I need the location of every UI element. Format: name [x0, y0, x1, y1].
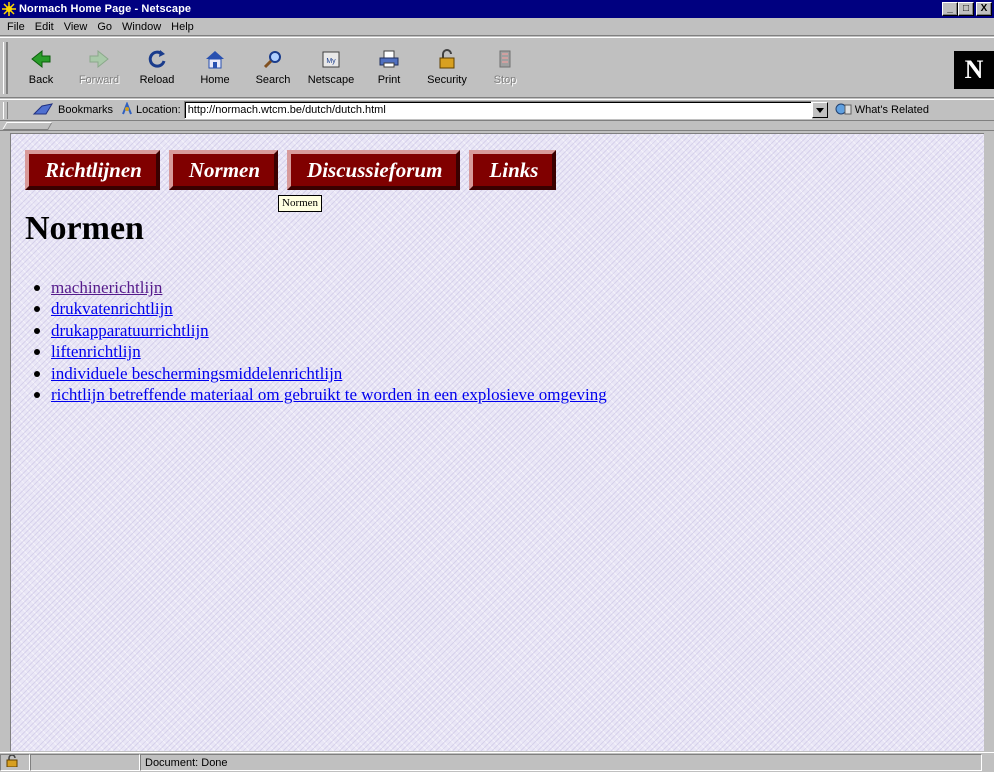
stop-icon — [491, 48, 519, 70]
bullet — [34, 327, 40, 334]
netscape-logo[interactable]: N — [954, 51, 994, 89]
stop-button[interactable]: Stop — [476, 38, 534, 98]
progress-cell — [30, 754, 140, 771]
link-machinerichtlijn[interactable]: machinerichtlijn — [51, 278, 162, 298]
link-beschermingsmiddelenrichtlijn[interactable]: individuele beschermingsmiddelenrichtlij… — [51, 364, 342, 384]
home-label: Home — [200, 74, 230, 86]
menu-view[interactable]: View — [59, 21, 93, 33]
home-icon — [201, 48, 229, 70]
status-text: Document: Done — [140, 754, 982, 771]
tooltip: Normen — [278, 195, 323, 212]
back-label: Back — [28, 74, 54, 86]
netscape-icon: My — [317, 48, 345, 70]
search-button[interactable]: Search — [244, 38, 302, 98]
security-status-cell[interactable] — [0, 754, 30, 771]
toolbar-grip[interactable] — [3, 42, 8, 94]
netscape-label: Netscape — [307, 74, 355, 86]
menu-window[interactable]: Window — [117, 21, 166, 33]
home-button[interactable]: Home — [186, 38, 244, 98]
list-item: liftenrichtlijn — [25, 342, 607, 364]
list-item: machinerichtlijn — [25, 277, 607, 299]
whats-related-label: What's Related — [854, 104, 929, 116]
list-item: drukvatenrichtlijn — [25, 299, 607, 321]
page-title: Normen — [25, 210, 144, 247]
bookmarks-button[interactable]: Bookmarks — [32, 102, 113, 119]
collapsed-toolbar-tab[interactable] — [2, 122, 53, 130]
nav-discussieforum-button[interactable]: Discussieforum — [287, 150, 461, 190]
menu-file[interactable]: File — [2, 21, 30, 33]
close-button[interactable]: X — [976, 2, 992, 16]
link-drukvatenrichtlijn[interactable]: drukvatenrichtlijn — [51, 299, 173, 319]
menu-go[interactable]: Go — [92, 21, 117, 33]
bullet — [34, 370, 40, 377]
print-icon — [375, 48, 403, 70]
reload-button[interactable]: Reload — [128, 38, 186, 98]
forward-label: Forward — [78, 74, 120, 86]
forward-arrow-icon — [85, 48, 113, 70]
link-liftenrichtlijn[interactable]: liftenrichtlijn — [51, 342, 141, 362]
link-list: machinerichtlijn drukvatenrichtlijn druk… — [25, 277, 607, 406]
print-label: Print — [377, 74, 401, 86]
bookmarks-label: Bookmarks — [58, 104, 114, 116]
reload-icon — [143, 48, 171, 70]
search-icon — [259, 48, 287, 70]
minimize-button[interactable]: _ — [942, 2, 958, 16]
back-arrow-icon — [27, 48, 55, 70]
netscape-button[interactable]: My Netscape — [302, 38, 360, 98]
location-label: Location: — [136, 104, 181, 116]
list-item: drukapparatuurrichtlijn — [25, 320, 607, 342]
nav-links-button[interactable]: Links — [469, 150, 557, 190]
status-bar: Document: Done — [0, 752, 994, 772]
nav-richtlijnen-button[interactable]: Richtlijnen — [25, 150, 160, 190]
bullet — [34, 306, 40, 313]
stop-label: Stop — [493, 74, 517, 86]
bullet — [34, 349, 40, 356]
reload-label: Reload — [139, 74, 175, 86]
list-item: individuele beschermingsmiddelenrichtlij… — [25, 363, 607, 385]
location-label-group: Location: — [121, 100, 181, 119]
back-button[interactable]: Back — [12, 38, 70, 98]
related-icon — [834, 102, 852, 119]
forward-button[interactable]: Forward — [70, 38, 128, 98]
netscape-window: Normach Home Page - Netscape _ □ X File … — [0, 0, 994, 772]
search-label: Search — [255, 74, 291, 86]
svg-text:My: My — [326, 58, 336, 65]
nav-normen-button[interactable]: Normen — [168, 150, 279, 190]
bullet — [34, 284, 40, 291]
site-nav: Richtlijnen Normen Discussieforum Links — [25, 150, 557, 190]
security-lock-icon — [433, 48, 461, 70]
security-label: Security — [427, 74, 467, 86]
title-bar[interactable]: Normach Home Page - Netscape _ □ X — [0, 0, 994, 18]
navigation-toolbar: Back Forward Reload Home Search My Netsc… — [0, 37, 994, 98]
link-explosieve-omgeving[interactable]: richtlijn betreffende materiaal om gebru… — [51, 385, 607, 405]
bookmarks-icon — [32, 102, 54, 119]
toolbar-tab-strip — [0, 121, 994, 131]
whats-related-button[interactable]: What's Related — [834, 102, 929, 119]
lock-icon — [5, 754, 19, 770]
netscape-app-icon — [2, 2, 16, 16]
window-title: Normach Home Page - Netscape — [19, 3, 192, 15]
security-button[interactable]: Security — [418, 38, 476, 98]
location-toolbar: Bookmarks Location: http://normach.wtcm.… — [0, 99, 994, 121]
print-button[interactable]: Print — [360, 38, 418, 98]
chevron-down-icon — [815, 106, 824, 115]
location-grip[interactable] — [3, 102, 8, 119]
menu-edit[interactable]: Edit — [30, 21, 59, 33]
link-drukapparatuurrichtlijn[interactable]: drukapparatuurrichtlijn — [51, 321, 209, 341]
location-icon[interactable] — [121, 100, 133, 119]
menu-bar: File Edit View Go Window Help — [0, 18, 994, 36]
bullet — [34, 392, 40, 399]
right-frame-edge — [984, 133, 994, 751]
list-item: richtlijn betreffende materiaal om gebru… — [25, 385, 607, 407]
url-dropdown-button[interactable] — [811, 102, 828, 118]
menu-help[interactable]: Help — [166, 21, 199, 33]
maximize-button[interactable]: □ — [958, 2, 974, 16]
url-input[interactable]: http://normach.wtcm.be/dutch/dutch.html — [183, 101, 812, 119]
page-content: Richtlijnen Normen Discussieforum Links … — [10, 133, 984, 751]
